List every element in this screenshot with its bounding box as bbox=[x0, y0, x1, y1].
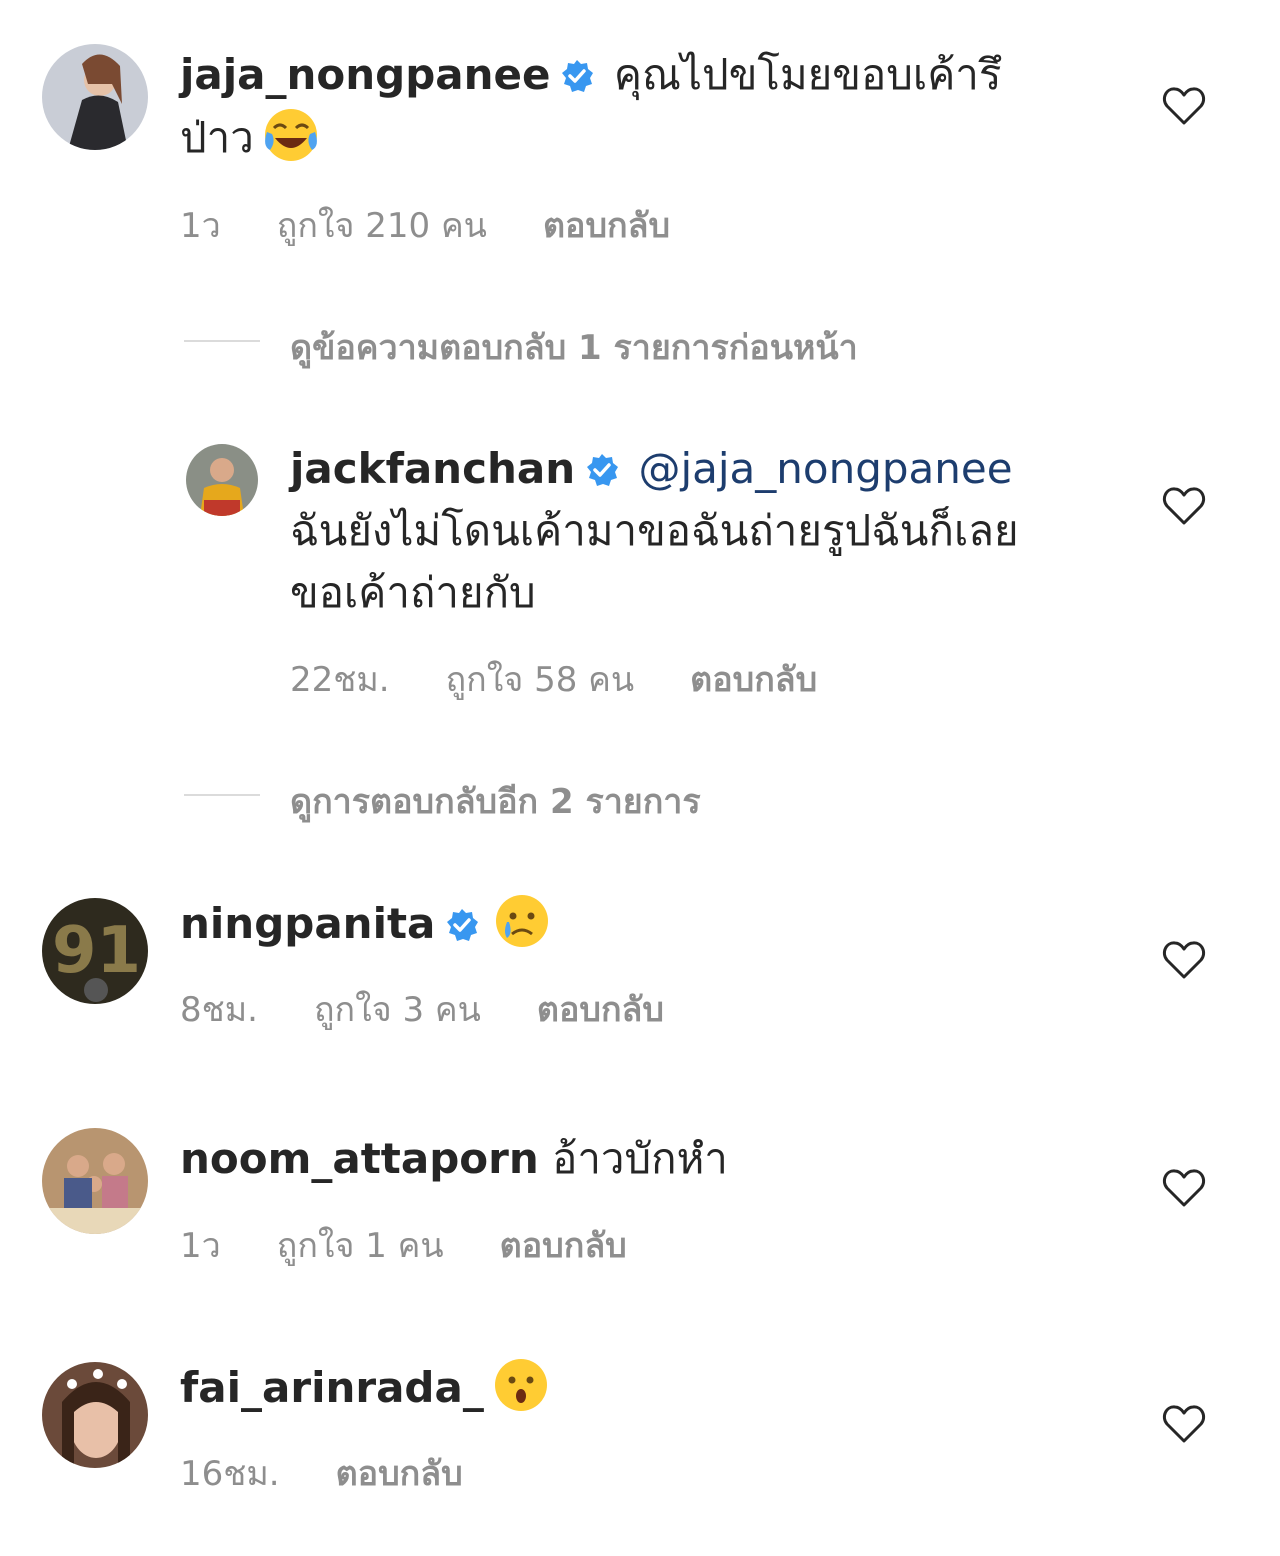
avatar[interactable] bbox=[42, 44, 148, 150]
divider bbox=[184, 340, 260, 342]
heart-icon[interactable] bbox=[1162, 86, 1206, 126]
face-with-tears-of-joy-icon bbox=[262, 106, 320, 164]
heart-icon[interactable] bbox=[1162, 1404, 1206, 1444]
verified-badge-icon bbox=[585, 453, 619, 487]
timestamp: 1ว bbox=[180, 1226, 221, 1266]
reply-button[interactable]: ตอบกลับ bbox=[537, 990, 664, 1030]
svg-text:91: 91 bbox=[52, 914, 141, 988]
reply-button[interactable]: ตอบกลับ bbox=[543, 206, 670, 246]
comment-meta: 16ชม. ตอบกลับ bbox=[180, 1446, 519, 1500]
heart-icon[interactable] bbox=[1162, 486, 1206, 526]
avatar[interactable] bbox=[42, 1128, 148, 1234]
timestamp: 8ชม. bbox=[180, 990, 258, 1030]
heart-icon[interactable] bbox=[1162, 1168, 1206, 1208]
avatar[interactable] bbox=[42, 1362, 148, 1468]
timestamp: 22ชม. bbox=[290, 660, 390, 700]
divider bbox=[184, 794, 260, 796]
mention-link[interactable]: @jaja_nongpanee bbox=[638, 444, 1012, 493]
reply-button[interactable]: ตอบกลับ bbox=[336, 1454, 463, 1494]
heart-icon[interactable] bbox=[1162, 940, 1206, 980]
timestamp: 1ว bbox=[180, 206, 221, 246]
comment-text-continued: ป่าว bbox=[180, 113, 254, 162]
username[interactable]: jackfanchan bbox=[290, 444, 575, 493]
comment-text: อ้าวบักหำ bbox=[552, 1134, 728, 1183]
comment-meta: 22ชม. ถูกใจ 58 คน ตอบกลับ bbox=[290, 652, 873, 706]
comment-meta: 1ว ถูกใจ 210 คน ตอบกลับ bbox=[180, 198, 726, 252]
likes-count[interactable]: ถูกใจ 1 คน bbox=[277, 1226, 444, 1266]
reply-button[interactable]: ตอบกลับ bbox=[690, 660, 817, 700]
comment-text-continued: ขอเค้าถ่ายกับ bbox=[290, 568, 536, 617]
comment-meta: 1ว ถูกใจ 1 คน ตอบกลับ bbox=[180, 1218, 683, 1272]
username[interactable]: fai_arinrada_ bbox=[180, 1363, 484, 1412]
likes-count[interactable]: ถูกใจ 58 คน bbox=[446, 660, 635, 700]
verified-badge-icon bbox=[560, 59, 594, 93]
view-previous-replies-button[interactable]: ดูข้อความตอบกลับ 1 รายการก่อนหน้า bbox=[290, 320, 858, 374]
username[interactable]: ningpanita bbox=[180, 899, 435, 948]
comment-text: ฉันยังไม่โดนเค้ามาขอฉันถ่ายรูปฉันก็เลย bbox=[290, 506, 1019, 555]
username[interactable]: noom_attaporn bbox=[180, 1134, 539, 1183]
username[interactable]: jaja_nongpanee bbox=[180, 50, 550, 99]
reply-button[interactable]: ตอบกลับ bbox=[500, 1226, 627, 1266]
crying-face-icon bbox=[493, 892, 551, 950]
comment-meta: 8ชม. ถูกใจ 3 คน ตอบกลับ bbox=[180, 982, 720, 1036]
hushed-face-icon bbox=[492, 1356, 550, 1414]
verified-badge-icon bbox=[445, 908, 479, 942]
avatar[interactable]: 91 bbox=[42, 898, 148, 1004]
avatar[interactable] bbox=[186, 444, 258, 516]
likes-count[interactable]: ถูกใจ 210 คน bbox=[277, 206, 487, 246]
timestamp: 16ชม. bbox=[180, 1454, 280, 1494]
comment-text: คุณไปขโมยขอบเค้ารึ bbox=[613, 50, 1002, 99]
view-more-replies-button[interactable]: ดูการตอบกลับอีก 2 รายการ bbox=[290, 774, 701, 828]
likes-count[interactable]: ถูกใจ 3 คน bbox=[314, 990, 481, 1030]
